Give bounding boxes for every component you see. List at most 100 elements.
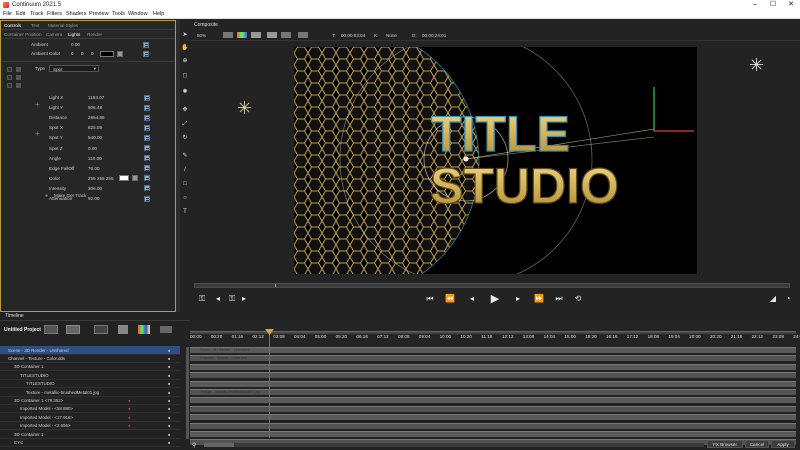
composite-tab[interactable]: Composite	[194, 22, 218, 28]
tab-text[interactable]: Text	[31, 23, 39, 28]
track-bar[interactable]	[190, 363, 796, 370]
ramp-icon[interactable]: ◢	[767, 293, 779, 305]
keyframe-icon[interactable]	[144, 94, 150, 101]
eyedropper-icon[interactable]	[117, 50, 123, 57]
layer-row[interactable]: Imported Model - <17.916> ■ ●	[0, 413, 180, 422]
layer-row[interactable]: TITLESTUDIO ■	[0, 371, 180, 380]
layer-type-icon[interactable]: ■	[168, 440, 170, 445]
subtab-lights[interactable]: Lights	[68, 32, 80, 37]
material-icon[interactable]: ●	[128, 423, 131, 428]
loop-icon[interactable]: ⟲	[572, 293, 584, 305]
keyframe-icon[interactable]	[144, 134, 150, 141]
fx-browser-button[interactable]: FX Browser	[707, 440, 743, 448]
light-gizmo-icon[interactable]: ✳	[237, 99, 252, 117]
zoom-timeline-icon[interactable]: ⚲	[192, 442, 199, 449]
text-tool-icon[interactable]: T	[181, 208, 189, 216]
material-icon[interactable]: ●	[128, 398, 131, 403]
layer-scrollbar[interactable]	[186, 347, 189, 439]
layer-type-icon[interactable]: ■	[168, 348, 170, 353]
param-value[interactable]: 255 255 255	[88, 176, 114, 181]
subtab-render[interactable]: Render	[87, 32, 102, 37]
rotate-tool-icon[interactable]: ↻	[181, 134, 189, 142]
menu-window[interactable]: Window	[128, 11, 148, 17]
close-icon[interactable]: ✕	[782, 0, 800, 10]
prev-key-icon[interactable]: ◂	[212, 293, 224, 305]
menu-edit[interactable]: Edit	[16, 11, 25, 17]
layer-color-icon[interactable]	[118, 325, 128, 334]
light-enable-icon[interactable]	[16, 83, 21, 88]
param-value[interactable]: 540.00	[88, 135, 102, 140]
layer-type-icon[interactable]: ■	[168, 406, 170, 411]
param-value[interactable]: 76.00	[88, 166, 100, 171]
layer-row[interactable]: 3D Container 1 ■	[0, 363, 180, 372]
channel-rgb-icon[interactable]	[237, 32, 247, 38]
menu-preview[interactable]: Preview	[89, 11, 109, 17]
preview-icon[interactable]	[94, 325, 108, 334]
keyframe-icon[interactable]	[144, 114, 150, 121]
light-gizmo-icon[interactable]: ✳	[749, 56, 764, 74]
layer-type-icon[interactable]: ■	[168, 364, 170, 369]
overlay-icon[interactable]	[267, 32, 277, 38]
color-r-value[interactable]: 0	[71, 51, 74, 56]
key-icon[interactable]: ⚿	[196, 293, 208, 305]
param-value[interactable]: 0.00	[71, 42, 80, 47]
menu-filters[interactable]: Filters	[47, 11, 62, 17]
timeline-options-icon[interactable]	[160, 326, 172, 333]
color-swatch[interactable]	[100, 50, 114, 57]
keyframe-icon[interactable]	[144, 124, 150, 131]
rectangle-shape-icon[interactable]: □	[181, 180, 189, 188]
layer-row[interactable]: Texture - metallic-brushedMetal01.jpg ■	[0, 388, 180, 397]
step-forward-icon[interactable]: ▸	[512, 293, 524, 305]
param-value[interactable]: 1153.07	[88, 95, 104, 100]
film-icon[interactable]	[44, 325, 58, 334]
visibility-toggle-icon[interactable]	[7, 75, 12, 80]
cancel-button[interactable]: Cancel	[745, 440, 769, 448]
select-tool-icon[interactable]: ➤	[181, 31, 189, 39]
menu-track[interactable]: Track	[30, 11, 44, 17]
keyframe-icon[interactable]	[144, 195, 150, 202]
visibility-toggle-icon[interactable]	[7, 83, 12, 88]
track-bar[interactable]	[190, 414, 796, 421]
tab-controls[interactable]: Controls	[4, 23, 21, 28]
ellipse-shape-icon[interactable]: ○	[181, 194, 189, 202]
layer-row[interactable]: 3D Container 1 ■	[0, 430, 180, 439]
rewind-icon[interactable]: ⏪	[444, 293, 456, 305]
menu-shaders[interactable]: Shaders	[66, 11, 87, 17]
keyframe-icon[interactable]	[143, 50, 149, 57]
step-back-icon[interactable]: ◂	[466, 293, 478, 305]
composite-viewport[interactable]: TITLE STUDIO	[294, 47, 697, 274]
playhead-line[interactable]	[269, 330, 270, 438]
param-value[interactable]: 110.00	[88, 156, 102, 161]
render-settings-icon[interactable]: ◔	[782, 293, 794, 305]
keyframe-icon[interactable]	[144, 145, 150, 151]
play-icon[interactable]: ▶	[489, 293, 501, 305]
keyframe-icon[interactable]	[144, 185, 150, 192]
brush-tool-icon[interactable]: /	[181, 166, 189, 174]
param-value[interactable]: 92.00	[88, 196, 100, 201]
material-icon[interactable]: ●	[128, 406, 131, 411]
eyedropper-icon[interactable]	[132, 175, 138, 182]
keyframe-icon[interactable]	[144, 104, 150, 111]
param-value[interactable]: 506.48	[88, 105, 102, 110]
color-palette-icon[interactable]	[138, 325, 150, 334]
move-tool-icon[interactable]: ✥	[181, 106, 189, 114]
layer-row[interactable]: Channel - Texture - Color.dds ■	[0, 354, 180, 363]
fast-forward-icon[interactable]: ⏩	[533, 293, 545, 305]
go-to-start-icon[interactable]: ⏮	[424, 293, 436, 305]
layer-type-icon[interactable]: ■	[168, 373, 170, 378]
track-bar[interactable]	[190, 405, 796, 412]
menu-help[interactable]: Help	[153, 11, 164, 17]
color-g-value[interactable]: 0	[81, 51, 84, 56]
light-type-select[interactable]: Spot ▾	[49, 65, 99, 72]
layer-row[interactable]: Scene - 3D Render - Unshared ■	[0, 346, 180, 355]
minimize-icon[interactable]: –	[746, 0, 764, 10]
add-key-icon[interactable]: ⚿	[226, 293, 238, 305]
rect-tool-icon[interactable]: ◻	[181, 72, 189, 80]
maximize-icon[interactable]: ☐	[764, 0, 782, 10]
layer-type-icon[interactable]: ■	[168, 381, 170, 386]
track-bar[interactable]	[190, 422, 796, 429]
scrub-bar[interactable]	[194, 283, 790, 288]
next-key-icon[interactable]: ▸	[238, 293, 250, 305]
layer-type-icon[interactable]: ■	[168, 398, 170, 403]
zoom-tool-icon[interactable]: ⊕	[181, 57, 189, 65]
